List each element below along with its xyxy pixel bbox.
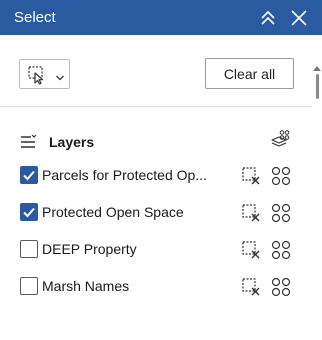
layer-options-icon[interactable]: [270, 276, 291, 297]
layer-name: Protected Open Space: [42, 204, 184, 220]
scrollbar-thumb[interactable]: [316, 74, 319, 99]
clear-selection-icon[interactable]: [241, 203, 261, 223]
clear-selection-icon[interactable]: [241, 277, 261, 297]
layers-list-icon: [20, 133, 38, 156]
layer-checkbox[interactable]: [20, 166, 38, 184]
clear-selection-icon[interactable]: [241, 240, 261, 260]
layer-row[interactable]: Marsh Names: [20, 275, 295, 299]
layer-name: Parcels for Protected Op...: [42, 167, 207, 183]
clear-all-button[interactable]: Clear all: [205, 58, 294, 89]
layer-checkbox[interactable]: [20, 277, 38, 295]
layer-options-icon[interactable]: [270, 202, 291, 223]
panel-title: Select: [14, 9, 56, 26]
layer-checkbox[interactable]: [20, 240, 38, 258]
layer-name: DEEP Property: [42, 241, 137, 257]
select-tool-dropdown[interactable]: [19, 59, 70, 89]
close-icon[interactable]: [289, 8, 309, 28]
select-by-rectangle-icon: [27, 65, 47, 90]
layer-options-icon[interactable]: [270, 165, 291, 186]
scroll-up-arrow-icon[interactable]: [313, 66, 321, 71]
panel-header: Select: [0, 0, 322, 35]
double-chevron-up-icon[interactable]: [258, 8, 278, 28]
scrollbar[interactable]: [312, 66, 322, 340]
layers-header: Layers: [20, 129, 292, 156]
layer-row[interactable]: DEEP Property: [20, 238, 295, 262]
layers-label: Layers: [49, 134, 95, 150]
layer-options-icon[interactable]: [270, 239, 291, 260]
layer-row[interactable]: Protected Open Space: [20, 201, 295, 225]
layers-select-icon[interactable]: [270, 129, 292, 156]
layer-checkbox[interactable]: [20, 203, 38, 221]
layer-row[interactable]: Parcels for Protected Op...: [20, 164, 295, 188]
divider: [0, 106, 312, 107]
select-panel: Clear all Layers Parcels for Protected O…: [0, 35, 322, 340]
clear-selection-icon[interactable]: [241, 166, 261, 186]
layer-name: Marsh Names: [42, 278, 130, 294]
chevron-down-icon: [55, 70, 65, 88]
